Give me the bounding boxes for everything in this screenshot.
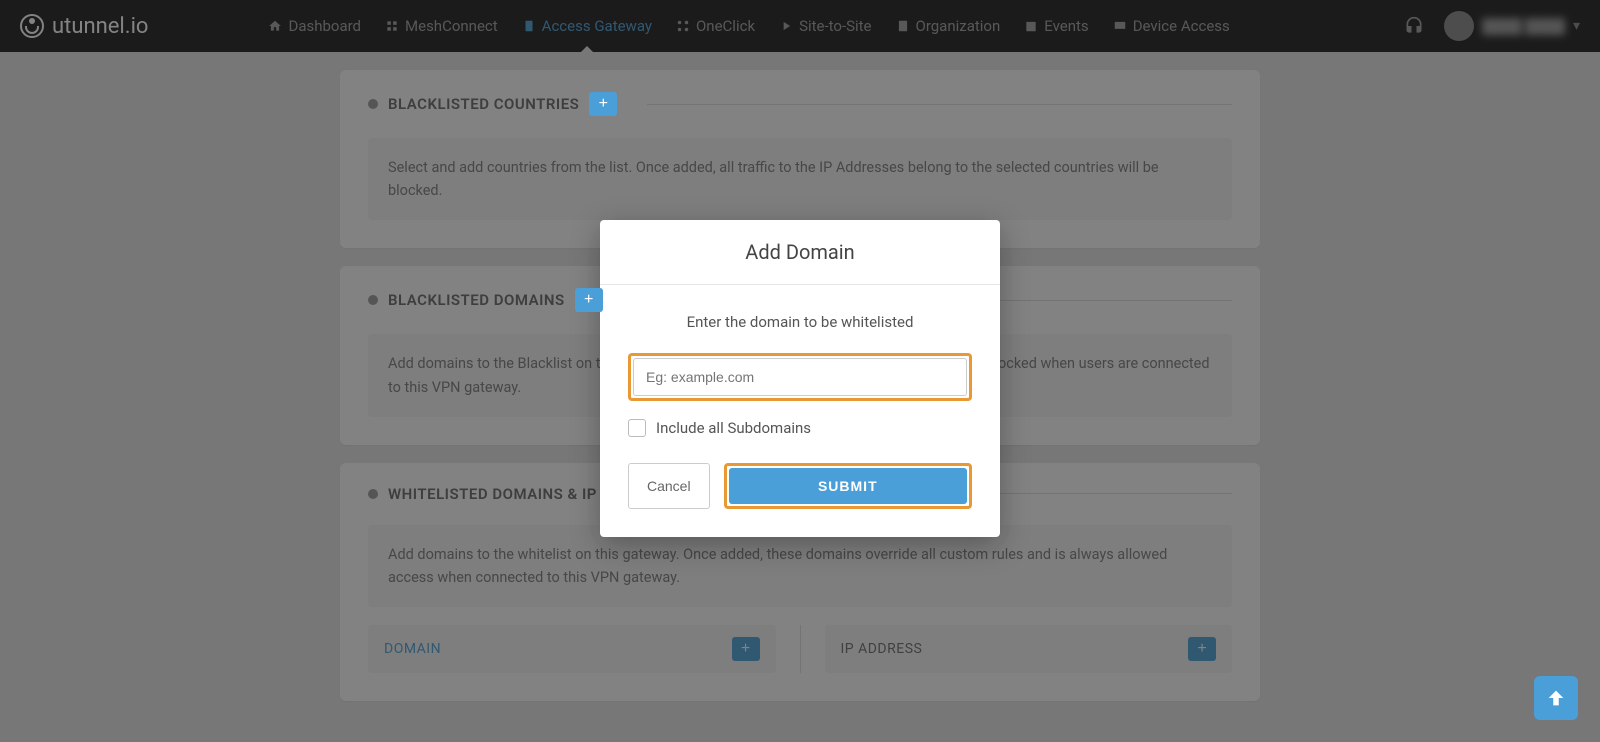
add-country-button[interactable]: + [589, 92, 617, 116]
domain-input[interactable] [633, 358, 967, 396]
add-blacklist-domain-button[interactable]: + [575, 288, 603, 312]
checkbox-icon[interactable] [628, 419, 646, 437]
modal-header: Add Domain [600, 220, 1000, 285]
submit-button[interactable]: SUBMIT [729, 468, 967, 504]
add-domain-modal: Add Domain Enter the domain to be whitel… [600, 220, 1000, 537]
modal-title: Add Domain [620, 240, 980, 264]
cancel-button[interactable]: Cancel [628, 463, 710, 509]
submit-highlight: SUBMIT [724, 463, 972, 509]
arrow-up-icon [1545, 687, 1567, 709]
scroll-top-button[interactable] [1534, 676, 1578, 720]
modal-prompt: Enter the domain to be whitelisted [628, 313, 972, 331]
modal-overlay[interactable]: Add Domain Enter the domain to be whitel… [0, 0, 1600, 742]
input-highlight [628, 353, 972, 401]
subdomain-checkbox-row[interactable]: Include all Subdomains [628, 419, 972, 437]
checkbox-label: Include all Subdomains [656, 419, 811, 437]
